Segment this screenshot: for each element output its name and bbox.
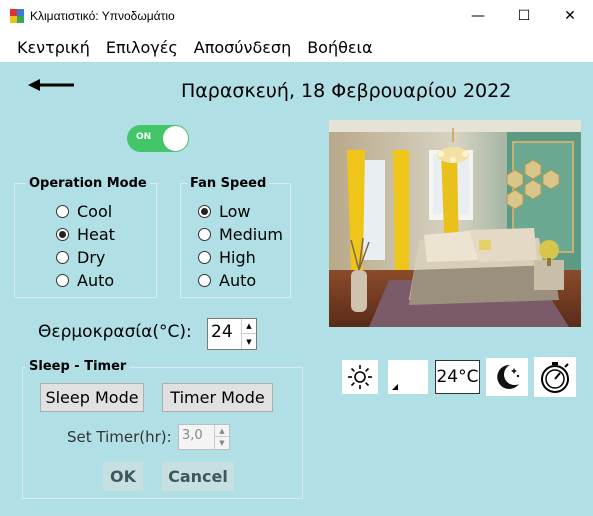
toggle-knob: [163, 126, 188, 151]
cancel-button[interactable]: Cancel: [162, 462, 234, 491]
radio-low[interactable]: Low: [198, 202, 251, 221]
radio-button[interactable]: [56, 205, 69, 218]
bedroom-image: [329, 120, 581, 327]
app-icon: [10, 9, 24, 23]
moon-stars-icon: [486, 358, 528, 396]
menu-item-logout[interactable]: Αποσύνδεση: [186, 38, 299, 57]
temperature-stepper[interactable]: 24 ▲ ▼: [207, 318, 257, 350]
radio-button[interactable]: [198, 274, 211, 287]
power-toggle[interactable]: ON: [127, 125, 189, 152]
timer-mode-button[interactable]: Timer Mode: [162, 383, 273, 412]
temperature-value: 24: [211, 322, 233, 342]
radio-label: Auto: [219, 271, 257, 290]
radio-dry[interactable]: Dry: [56, 248, 105, 267]
menu-bar: Κεντρική Επιλογές Αποσύνδεση Βοήθεια: [0, 32, 593, 62]
radio-label: Medium: [219, 225, 283, 244]
sleep-timer-title: Sleep - Timer: [26, 359, 130, 374]
temperature-display: 24°C: [435, 360, 480, 394]
operation-mode-title: Operation Mode: [26, 176, 150, 191]
toggle-label: ON: [136, 132, 152, 142]
set-timer-stepper[interactable]: 3,0 ▲ ▼: [178, 424, 230, 450]
sun-icon: [342, 360, 378, 394]
maximize-button[interactable]: ☐: [501, 0, 547, 32]
radio-button[interactable]: [56, 274, 69, 287]
close-icon: ✕: [564, 8, 576, 24]
timer-icon: [534, 357, 576, 397]
radio-cool[interactable]: Cool: [56, 202, 112, 221]
radio-label: Cool: [77, 202, 113, 221]
radio-label: Auto: [77, 271, 115, 290]
stepper-up-icon[interactable]: ▲: [215, 425, 229, 437]
radio-button[interactable]: [198, 205, 211, 218]
radio-button[interactable]: [56, 228, 69, 241]
close-button[interactable]: ✕: [547, 0, 593, 32]
temperature-label: Θερμοκρασία(°C):: [38, 322, 192, 342]
back-arrow-icon[interactable]: [28, 77, 76, 93]
fan-speed-title: Fan Speed: [187, 176, 270, 191]
stepper-up-icon[interactable]: ▲: [242, 319, 256, 334]
radio-high[interactable]: High: [198, 248, 256, 267]
date-label: Παρασκευή, 18 Φεβρουαρίου 2022: [181, 80, 512, 102]
minimize-button[interactable]: —: [455, 0, 501, 32]
menu-item-options[interactable]: Επιλογές: [98, 38, 186, 57]
menu-item-home[interactable]: Κεντρική: [9, 38, 98, 57]
maximize-icon: ☐: [517, 8, 531, 24]
radio-medium[interactable]: Medium: [198, 225, 283, 244]
title-bar: Κλιματιστικό: Υπνοδωμάτιο — ☐ ✕: [0, 0, 593, 32]
radio-label: Dry: [77, 248, 106, 267]
window-title: Κλιματιστικό: Υπνοδωμάτιο: [30, 9, 175, 23]
minimize-icon: —: [471, 8, 485, 24]
sleep-mode-button[interactable]: Sleep Mode: [40, 383, 144, 412]
stepper-down-icon[interactable]: ▼: [215, 437, 229, 449]
radio-heat[interactable]: Heat: [56, 225, 115, 244]
radio-label: High: [219, 248, 256, 267]
set-timer-label: Set Timer(hr):: [67, 428, 172, 446]
menu-item-help[interactable]: Βοήθεια: [299, 38, 380, 57]
ok-button[interactable]: OK: [103, 462, 143, 491]
radio-auto-fan[interactable]: Auto: [198, 271, 256, 290]
radio-button[interactable]: [56, 251, 69, 264]
radio-label: Heat: [77, 225, 115, 244]
radio-button[interactable]: [198, 228, 211, 241]
radio-button[interactable]: [198, 251, 211, 264]
set-timer-value: 3,0: [182, 428, 203, 443]
radio-label: Low: [219, 202, 251, 221]
signal-strength-icon: [388, 360, 428, 394]
radio-auto-mode[interactable]: Auto: [56, 271, 114, 290]
stepper-down-icon[interactable]: ▼: [242, 334, 256, 349]
